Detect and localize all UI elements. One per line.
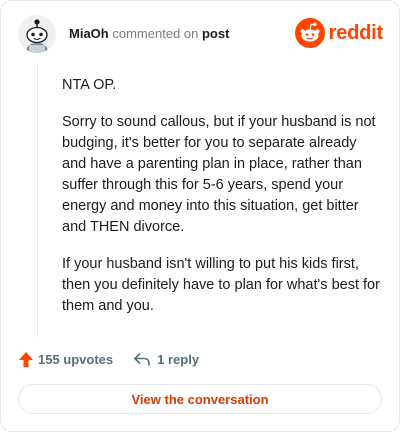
reddit-wordmark: reddit — [328, 21, 384, 44]
embedded-comment-card: MiaOh commented on post reddit NTA OP. S… — [0, 0, 400, 432]
upvote-count: 155 upvotes — [38, 351, 114, 367]
comment-header: MiaOh commented on post reddit — [18, 15, 383, 53]
reddit-logo[interactable]: reddit — [294, 18, 384, 48]
post-link[interactable]: post — [202, 26, 229, 41]
comment-paragraph: NTA OP. — [62, 77, 117, 93]
thread-line — [37, 63, 38, 337]
comment-paragraph: If your husband isn't willing to put his… — [62, 256, 380, 314]
reply-count: 1 reply — [157, 351, 200, 367]
reply-arrow-icon — [134, 353, 150, 366]
upvote-arrow-icon — [19, 351, 33, 367]
comment-body: NTA OP. Sorry to sound callous, but if y… — [62, 75, 384, 333]
reddit-snoo-icon — [294, 18, 325, 48]
comment-actions: 155 upvotes 1 reply — [18, 349, 199, 369]
comment-meta: MiaOh commented on post — [69, 26, 229, 42]
comment-paragraph: Sorry to sound callous, but if your husb… — [62, 114, 376, 235]
username-link[interactable]: MiaOh — [69, 26, 109, 41]
commented-on-text: commented on — [112, 26, 199, 41]
reply-button[interactable]: 1 reply — [133, 352, 199, 367]
upvote-button[interactable]: 155 upvotes — [18, 351, 113, 368]
view-conversation-button[interactable]: View the conversation — [18, 384, 382, 414]
snoo-avatar-icon[interactable] — [18, 15, 56, 53]
